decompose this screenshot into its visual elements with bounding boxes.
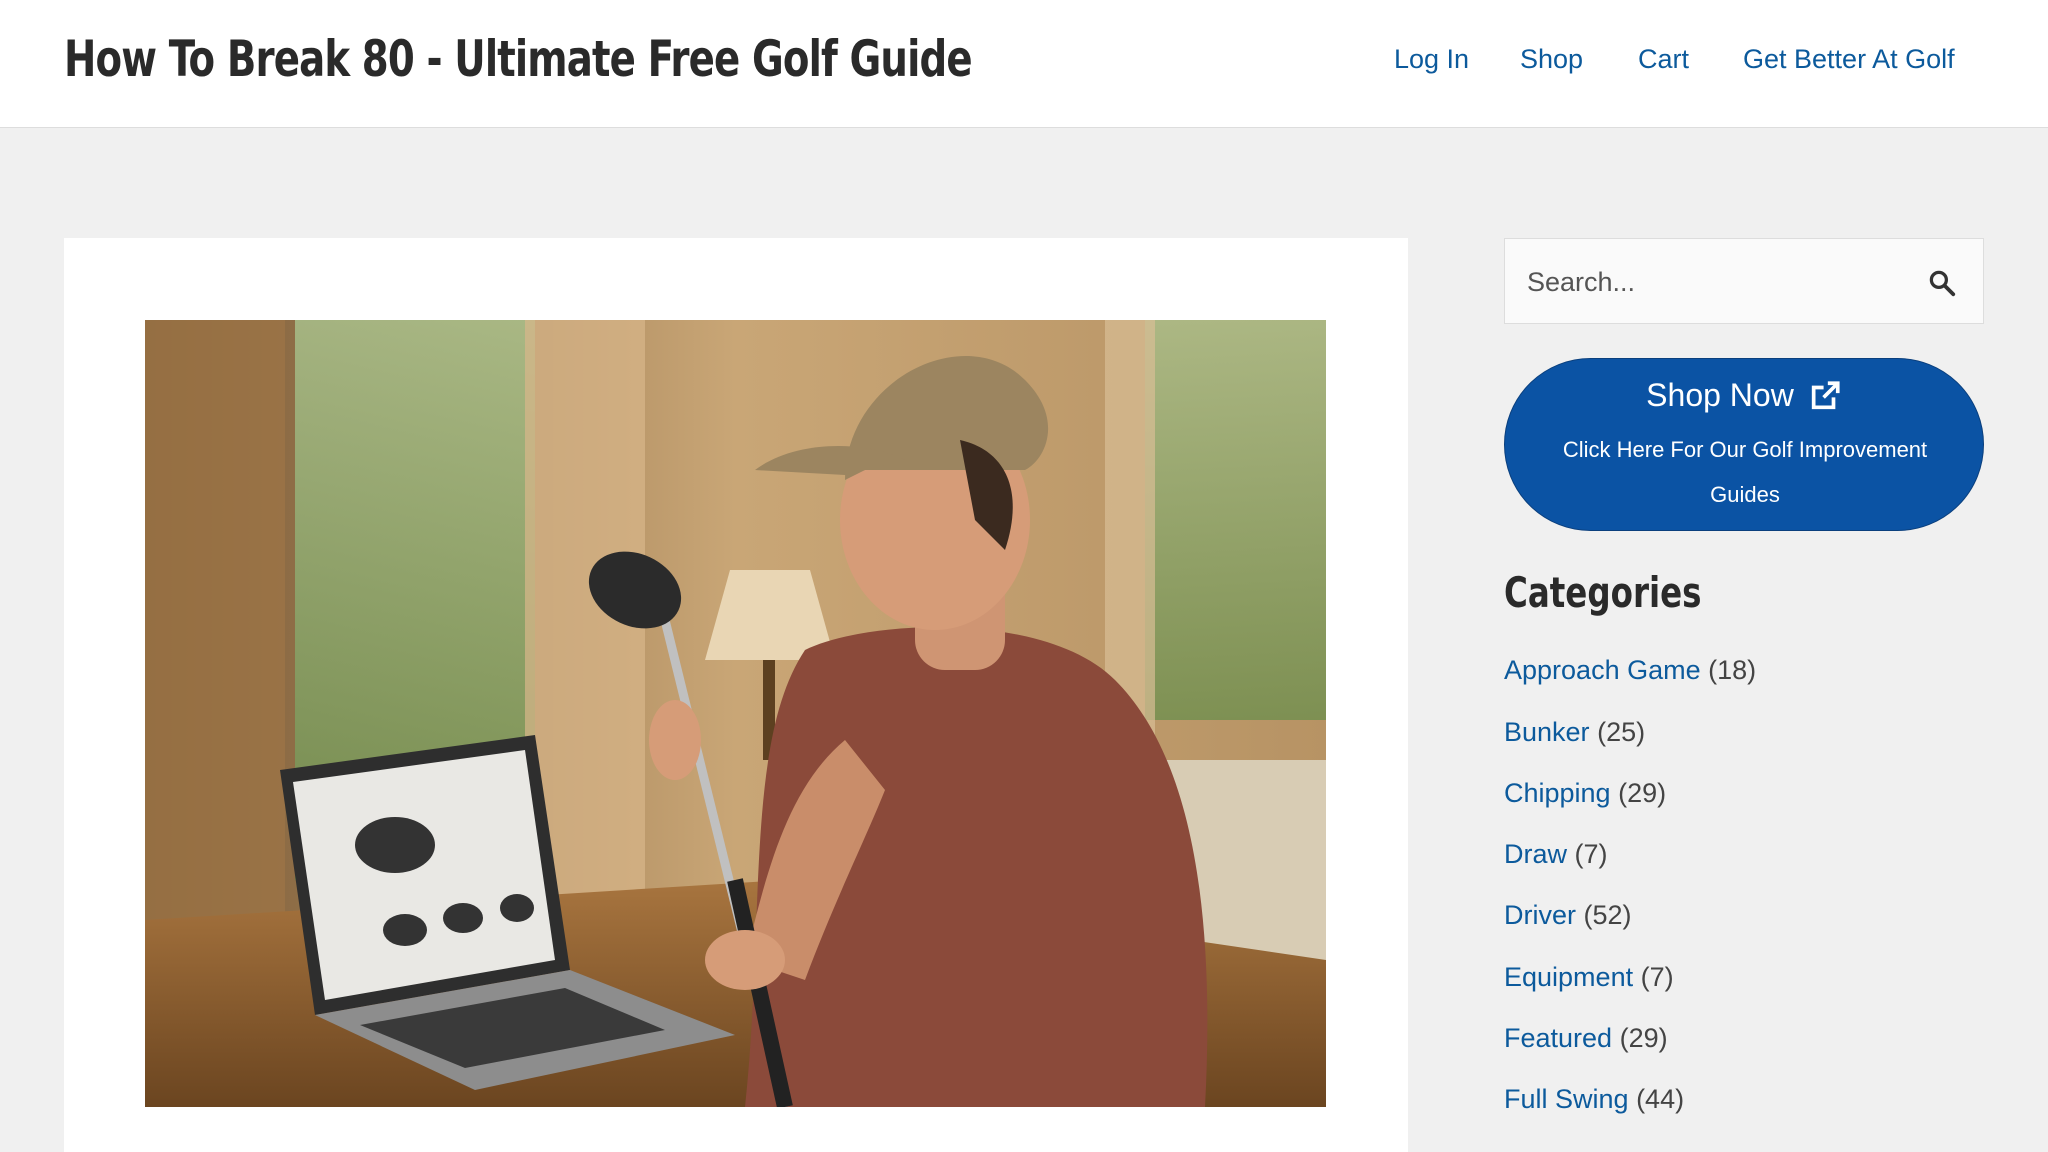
- featured-image: [145, 320, 1326, 1107]
- site-title[interactable]: How To Break 80 - Ultimate Free Golf Gui…: [64, 30, 973, 88]
- category-link-bunker[interactable]: Bunker: [1504, 717, 1590, 747]
- category-link-driver[interactable]: Driver: [1504, 900, 1576, 930]
- category-count: (29): [1618, 778, 1667, 808]
- nav-log-in[interactable]: Log In: [1394, 44, 1469, 75]
- category-item: Featured (29): [1504, 1023, 1668, 1054]
- search-icon[interactable]: [1927, 268, 1957, 298]
- category-count: (18): [1708, 655, 1757, 685]
- shop-now-button[interactable]: Shop Now Click Here For Our Golf Improve…: [1504, 358, 1984, 531]
- category-link-approach-game[interactable]: Approach Game: [1504, 655, 1701, 685]
- categories-heading: Categories: [1504, 568, 1702, 617]
- category-count: (7): [1640, 962, 1674, 992]
- category-count: (25): [1597, 717, 1646, 747]
- nav-shop[interactable]: Shop: [1520, 44, 1583, 75]
- category-count: (7): [1574, 839, 1608, 869]
- category-item: Chipping (29): [1504, 778, 1666, 809]
- category-link-chipping[interactable]: Chipping: [1504, 778, 1611, 808]
- site-header: How To Break 80 - Ultimate Free Golf Gui…: [0, 0, 2048, 128]
- shop-now-title-row: Shop Now: [1505, 377, 1983, 414]
- article-card: [64, 238, 1408, 1152]
- category-item: Bunker (25): [1504, 717, 1645, 748]
- category-link-equipment[interactable]: Equipment: [1504, 962, 1633, 992]
- category-item: Full Swing (44): [1504, 1084, 1684, 1115]
- category-item: Equipment (7): [1504, 962, 1674, 993]
- category-link-draw[interactable]: Draw: [1504, 839, 1567, 869]
- nav-get-better-at-golf[interactable]: Get Better At Golf: [1743, 44, 1955, 75]
- category-item: Draw (7): [1504, 839, 1608, 870]
- category-item: Approach Game (18): [1504, 655, 1756, 686]
- search-box: [1504, 238, 1984, 324]
- shop-now-label: Shop Now: [1646, 377, 1794, 413]
- category-item: Driver (52): [1504, 900, 1632, 931]
- search-input[interactable]: [1527, 261, 1907, 303]
- category-count: (44): [1636, 1084, 1685, 1114]
- external-link-icon: [1811, 380, 1840, 409]
- category-link-full-swing[interactable]: Full Swing: [1504, 1084, 1629, 1114]
- nav-cart[interactable]: Cart: [1638, 44, 1689, 75]
- category-count: (52): [1583, 900, 1632, 930]
- category-count: (29): [1619, 1023, 1668, 1053]
- category-link-featured[interactable]: Featured: [1504, 1023, 1612, 1053]
- shop-now-subtitle: Click Here For Our Golf Improvement Guid…: [1562, 437, 1928, 507]
